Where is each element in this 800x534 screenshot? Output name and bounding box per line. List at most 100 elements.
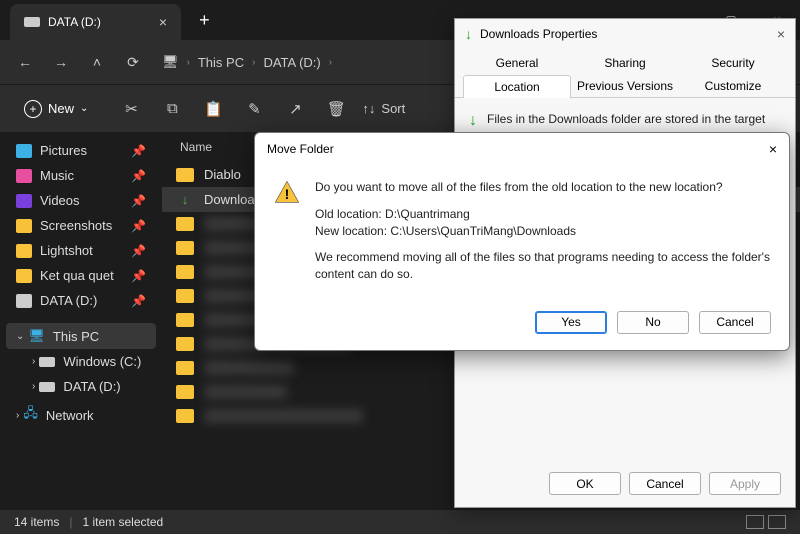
details-view-button[interactable] (746, 515, 764, 529)
sidebar-item-this-pc[interactable]: ⌄ 🖥 This PC (6, 323, 156, 349)
ok-button[interactable]: OK (549, 472, 621, 495)
list-view-button[interactable] (768, 515, 786, 529)
delete-button[interactable]: 🗑 (317, 91, 355, 127)
apply-button[interactable]: Apply (709, 472, 781, 495)
item-count: 14 items (14, 515, 59, 529)
sidebar-label: Videos (40, 193, 80, 208)
properties-titlebar[interactable]: ↓ Downloads Properties × (455, 19, 795, 49)
new-label: New (48, 101, 74, 116)
folder-icon (176, 409, 194, 423)
sidebar-label: Windows (C:) (63, 354, 141, 369)
file-name (204, 385, 287, 399)
folder-icon (176, 313, 194, 327)
rename-button[interactable]: ✎ (235, 91, 273, 127)
yes-button[interactable]: Yes (535, 311, 607, 334)
back-button[interactable]: ← (10, 47, 40, 77)
sort-icon: ↑↓ (362, 101, 375, 116)
refresh-button[interactable]: ⟳ (118, 47, 148, 77)
chevron-right-icon: › (16, 410, 19, 421)
chevron-right-icon: › (32, 356, 35, 367)
new-location: New location: C:\Users\QuanTriMang\Downl… (315, 224, 576, 238)
plus-circle-icon: + (24, 100, 42, 118)
folder-icon (16, 294, 32, 308)
tab-close-icon[interactable]: × (159, 14, 167, 30)
pin-icon: 📌 (131, 269, 146, 283)
paste-button[interactable]: 📋 (194, 91, 232, 127)
sidebar-item-data-d-[interactable]: DATA (D:) 📌 (6, 288, 156, 313)
cancel-button[interactable]: Cancel (629, 472, 701, 495)
tab-customize[interactable]: Customize (679, 74, 787, 97)
sidebar-item-drive[interactable]: › Windows (C:) (6, 349, 156, 374)
cut-button[interactable]: ✂ (112, 91, 150, 127)
forward-button[interactable]: → (46, 47, 76, 77)
properties-tabs: General Sharing Security Location Previo… (455, 49, 795, 98)
sort-button[interactable]: ↑↓ Sort (362, 101, 405, 116)
folder-icon (176, 241, 194, 255)
selected-count: 1 item selected (82, 515, 163, 529)
folder-icon (176, 385, 194, 399)
tab-general[interactable]: General (463, 51, 571, 74)
folder-icon (176, 265, 194, 279)
folder-icon (16, 144, 32, 158)
tab-sharing[interactable]: Sharing (571, 51, 679, 74)
sidebar-item-network[interactable]: › 🖧 Network (6, 399, 156, 431)
no-button[interactable]: No (617, 311, 689, 334)
pin-icon: 📌 (131, 294, 146, 308)
tab-security[interactable]: Security (679, 51, 787, 74)
location-description: Files in the Downloads folder are stored… (487, 112, 765, 130)
sidebar-item-screenshots[interactable]: Screenshots📌 (6, 213, 156, 238)
up-button[interactable]: ˄ (82, 47, 112, 77)
network-icon: 🖧 (23, 404, 38, 426)
chevron-right-icon: › (32, 381, 35, 392)
dialog-titlebar[interactable]: Move Folder × (255, 133, 789, 165)
close-icon[interactable]: × (769, 141, 777, 157)
download-icon: ↓ (469, 112, 477, 130)
separator: | (69, 515, 72, 529)
sidebar-item-music[interactable]: Music 📌 (6, 163, 156, 188)
sort-label: Sort (381, 101, 405, 116)
sidebar-label: Music (40, 168, 74, 183)
file-name: Diablo (204, 167, 241, 182)
sidebar-label: Ket qua quet (40, 268, 114, 283)
cancel-button[interactable]: Cancel (699, 311, 771, 334)
folder-icon (176, 217, 194, 231)
sidebar-item-drive[interactable]: ›DATA (D:) (6, 374, 156, 399)
sidebar-item-ket-qua-quet[interactable]: Ket qua quet 📌 (6, 263, 156, 288)
monitor-icon: 🖥 (162, 54, 179, 70)
folder-icon (16, 269, 32, 283)
copy-button[interactable]: ⧉ (153, 91, 191, 127)
new-tab-button[interactable]: + (199, 10, 210, 31)
folder-icon (176, 337, 194, 351)
move-folder-dialog: Move Folder × ! Do you want to move all … (254, 132, 790, 351)
close-icon[interactable]: × (777, 26, 785, 42)
sidebar-label: Network (46, 408, 94, 423)
sidebar-label: This PC (53, 329, 99, 344)
pin-icon: 📌 (131, 244, 146, 258)
chevron-down-icon: ⌄ (80, 103, 88, 114)
tab-location[interactable]: Location (463, 75, 571, 98)
folder-icon (176, 289, 194, 303)
breadcrumb-item[interactable]: DATA (D:) (263, 55, 320, 70)
sidebar-item-videos[interactable]: Videos📌 (6, 188, 156, 213)
breadcrumb[interactable]: 🖥 › This PC › DATA (D:) › (162, 54, 332, 70)
folder-icon (176, 361, 194, 375)
folder-icon (16, 169, 32, 183)
folder-icon (16, 219, 32, 233)
breadcrumb-item[interactable]: This PC (198, 55, 244, 70)
monitor-icon: 🖥 (28, 328, 45, 344)
window-tab[interactable]: DATA (D:) × (10, 4, 181, 40)
warning-icon: ! (273, 179, 301, 207)
sidebar-label: DATA (D:) (40, 293, 97, 308)
download-icon: ↓ (465, 26, 472, 42)
pin-icon: 📌 (131, 169, 146, 183)
sidebar-item-lightshot[interactable]: Lightshot📌 (6, 238, 156, 263)
sidebar-item-pictures[interactable]: Pictures📌 (6, 138, 156, 163)
tab-title: DATA (D:) (48, 15, 101, 29)
new-button[interactable]: + New ⌄ (16, 94, 96, 124)
file-name (204, 361, 293, 375)
tab-previous-versions[interactable]: Previous Versions (571, 74, 679, 97)
share-button[interactable]: ↗ (276, 91, 314, 127)
folder-icon (176, 168, 194, 182)
folder-icon (16, 244, 32, 258)
sidebar-label: Screenshots (40, 218, 112, 233)
